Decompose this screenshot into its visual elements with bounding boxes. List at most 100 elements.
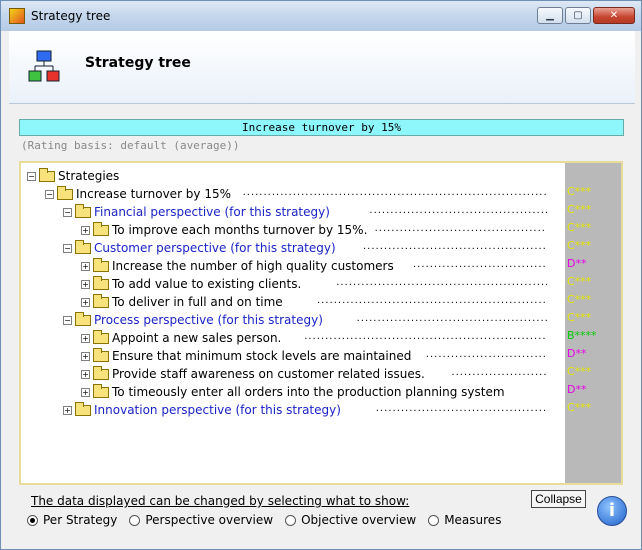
rating-grade: C***: [567, 203, 592, 216]
folder-icon: [93, 383, 109, 398]
tree-node[interactable]: + Ensure that minimum stock levels are ma…: [81, 347, 411, 365]
expand-node-icon[interactable]: +: [81, 369, 90, 379]
leader-dots: .............................: [451, 367, 547, 378]
expand-node-icon[interactable]: +: [81, 279, 90, 289]
rating-grade: C***: [567, 401, 592, 414]
rating-grade: C***: [567, 311, 592, 324]
tree-node-label: To deliver in full and on time: [112, 295, 283, 309]
window-controls: ▁ ▢ ✕: [537, 7, 635, 24]
folder-icon: [75, 239, 91, 254]
rating-grade: B****: [567, 329, 597, 342]
tree-node[interactable]: − Customer perspective (for this strategy…: [63, 239, 336, 257]
rating-grade: C***: [567, 239, 592, 252]
expand-node-icon[interactable]: +: [81, 387, 90, 397]
collapse-node-icon[interactable]: −: [27, 171, 36, 181]
close-icon: ✕: [609, 10, 619, 21]
close-button[interactable]: ✕: [593, 7, 635, 24]
expand-node-icon[interactable]: +: [81, 225, 90, 235]
expand-node-icon[interactable]: +: [81, 333, 90, 343]
leader-dots: ........................................…: [356, 313, 547, 324]
header-divider: [9, 103, 635, 104]
folder-icon: [75, 401, 91, 416]
tree-node[interactable]: − Process perspective (for this strategy): [63, 311, 323, 329]
leader-dots: ........................................…: [374, 223, 547, 234]
tree-node-label: Customer perspective (for this strategy): [94, 241, 336, 255]
tree-node[interactable]: − Strategies: [27, 167, 119, 185]
tree-node-label: To timeously enter all orders into the p…: [112, 385, 505, 399]
folder-icon: [93, 329, 109, 344]
title-bar[interactable]: Strategy tree ▁ ▢ ✕: [1, 1, 641, 31]
radio-label: Per Strategy: [43, 513, 118, 527]
window-title: Strategy tree: [31, 9, 111, 23]
folder-icon: [75, 203, 91, 218]
radio-button-icon[interactable]: [129, 514, 141, 526]
leader-dots: ........................................…: [336, 277, 547, 288]
rating-column: C*** C*** C*** C*** D** C*** C*** C*** B**** D** C…: [565, 163, 621, 483]
radio-button-icon[interactable]: [428, 514, 440, 526]
tree-node[interactable]: + Provide staff awareness on customer rel…: [81, 365, 425, 383]
expand-node-icon[interactable]: +: [81, 351, 90, 361]
tree-node-label: Strategies: [58, 169, 120, 183]
tree-node-label: Appoint a new sales person.: [112, 331, 282, 345]
minimize-button[interactable]: ▁: [537, 7, 563, 24]
collapse-node-icon[interactable]: −: [63, 243, 72, 253]
rating-grade: D**: [567, 257, 587, 270]
tree-node[interactable]: + To timeously enter all orders into the …: [81, 383, 505, 401]
tree-node[interactable]: + To add value to existing clients.: [81, 275, 301, 293]
rating-grade: D**: [567, 383, 587, 396]
leader-dots: ........................................…: [369, 205, 547, 216]
folder-icon: [75, 311, 91, 326]
rating-grade: C***: [567, 293, 592, 306]
leader-dots: ........................................…: [413, 259, 547, 270]
info-button[interactable]: i: [597, 496, 627, 526]
expand-node-icon[interactable]: +: [63, 405, 72, 415]
tree-node-label: To add value to existing clients.: [112, 277, 302, 291]
rating-grade: C***: [567, 221, 592, 234]
tree-node-label: Process perspective (for this strategy): [94, 313, 323, 327]
radio-label: Objective overview: [301, 513, 417, 527]
tree-node-label: Ensure that minimum stock levels are mai…: [112, 349, 412, 363]
radio-button-icon[interactable]: [285, 514, 297, 526]
leader-dots: .....................................: [425, 349, 547, 360]
rating-basis: (Rating basis: default (average)): [21, 139, 240, 152]
display-prompt: The data displayed can be changed by sel…: [31, 494, 410, 508]
app-icon: [9, 8, 25, 24]
tree-node[interactable]: + Increase the number of high quality cus…: [81, 257, 394, 275]
collapse-node-icon[interactable]: −: [45, 189, 54, 199]
tree-node[interactable]: − Increase turnover by 15%: [45, 185, 231, 203]
rating-grade: C***: [567, 365, 592, 378]
folder-icon: [57, 185, 73, 200]
strategy-tree[interactable]: − Strategies − Increase turnover by 15%....…: [23, 165, 556, 481]
radio-label: Perspective overview: [145, 513, 274, 527]
leader-dots: ........................................…: [317, 295, 547, 306]
collapse-button[interactable]: Collapse: [531, 490, 586, 508]
radio-button-icon[interactable]: [27, 514, 38, 526]
tree-node[interactable]: + Appoint a new sales person.: [81, 329, 281, 347]
rating-grade: C***: [567, 185, 592, 198]
view-option-radio[interactable]: Measures: [428, 513, 501, 527]
tree-node-label: Financial perspective (for this strategy…: [94, 205, 330, 219]
maximize-button[interactable]: ▢: [565, 7, 591, 24]
leader-dots: ........................................…: [363, 241, 547, 252]
tree-node[interactable]: − Financial perspective (for this strateg…: [63, 203, 330, 221]
leader-dots: ........................................…: [375, 403, 547, 414]
view-option-radio[interactable]: Objective overview: [285, 513, 416, 527]
collapse-node-icon[interactable]: −: [63, 207, 72, 217]
folder-icon: [93, 257, 109, 272]
collapse-node-icon[interactable]: −: [63, 315, 72, 325]
expand-node-icon[interactable]: +: [81, 297, 90, 307]
view-option-radio[interactable]: Per Strategy: [27, 513, 117, 527]
view-option-radio[interactable]: Perspective overview: [129, 513, 273, 527]
maximize-icon: ▢: [573, 10, 583, 21]
strategy-banner: Increase turnover by 15%: [19, 119, 624, 136]
tree-node-label: Provide staff awareness on customer rela…: [112, 367, 425, 381]
tree-node-label: To improve each months turnover by 15%.: [112, 223, 368, 237]
tree-node-label: Increase the number of high quality cust…: [112, 259, 394, 273]
tree-node[interactable]: + To deliver in full and on time: [81, 293, 283, 311]
expand-node-icon[interactable]: +: [81, 261, 90, 271]
tree-node[interactable]: + To improve each months turnover by 15%.: [81, 221, 367, 239]
tree-panel: − Strategies − Increase turnover by 15%....…: [19, 161, 623, 485]
minimize-icon: ▁: [546, 10, 554, 21]
tree-node[interactable]: + Innovation perspective (for this strate…: [63, 401, 341, 419]
folder-icon: [93, 347, 109, 362]
